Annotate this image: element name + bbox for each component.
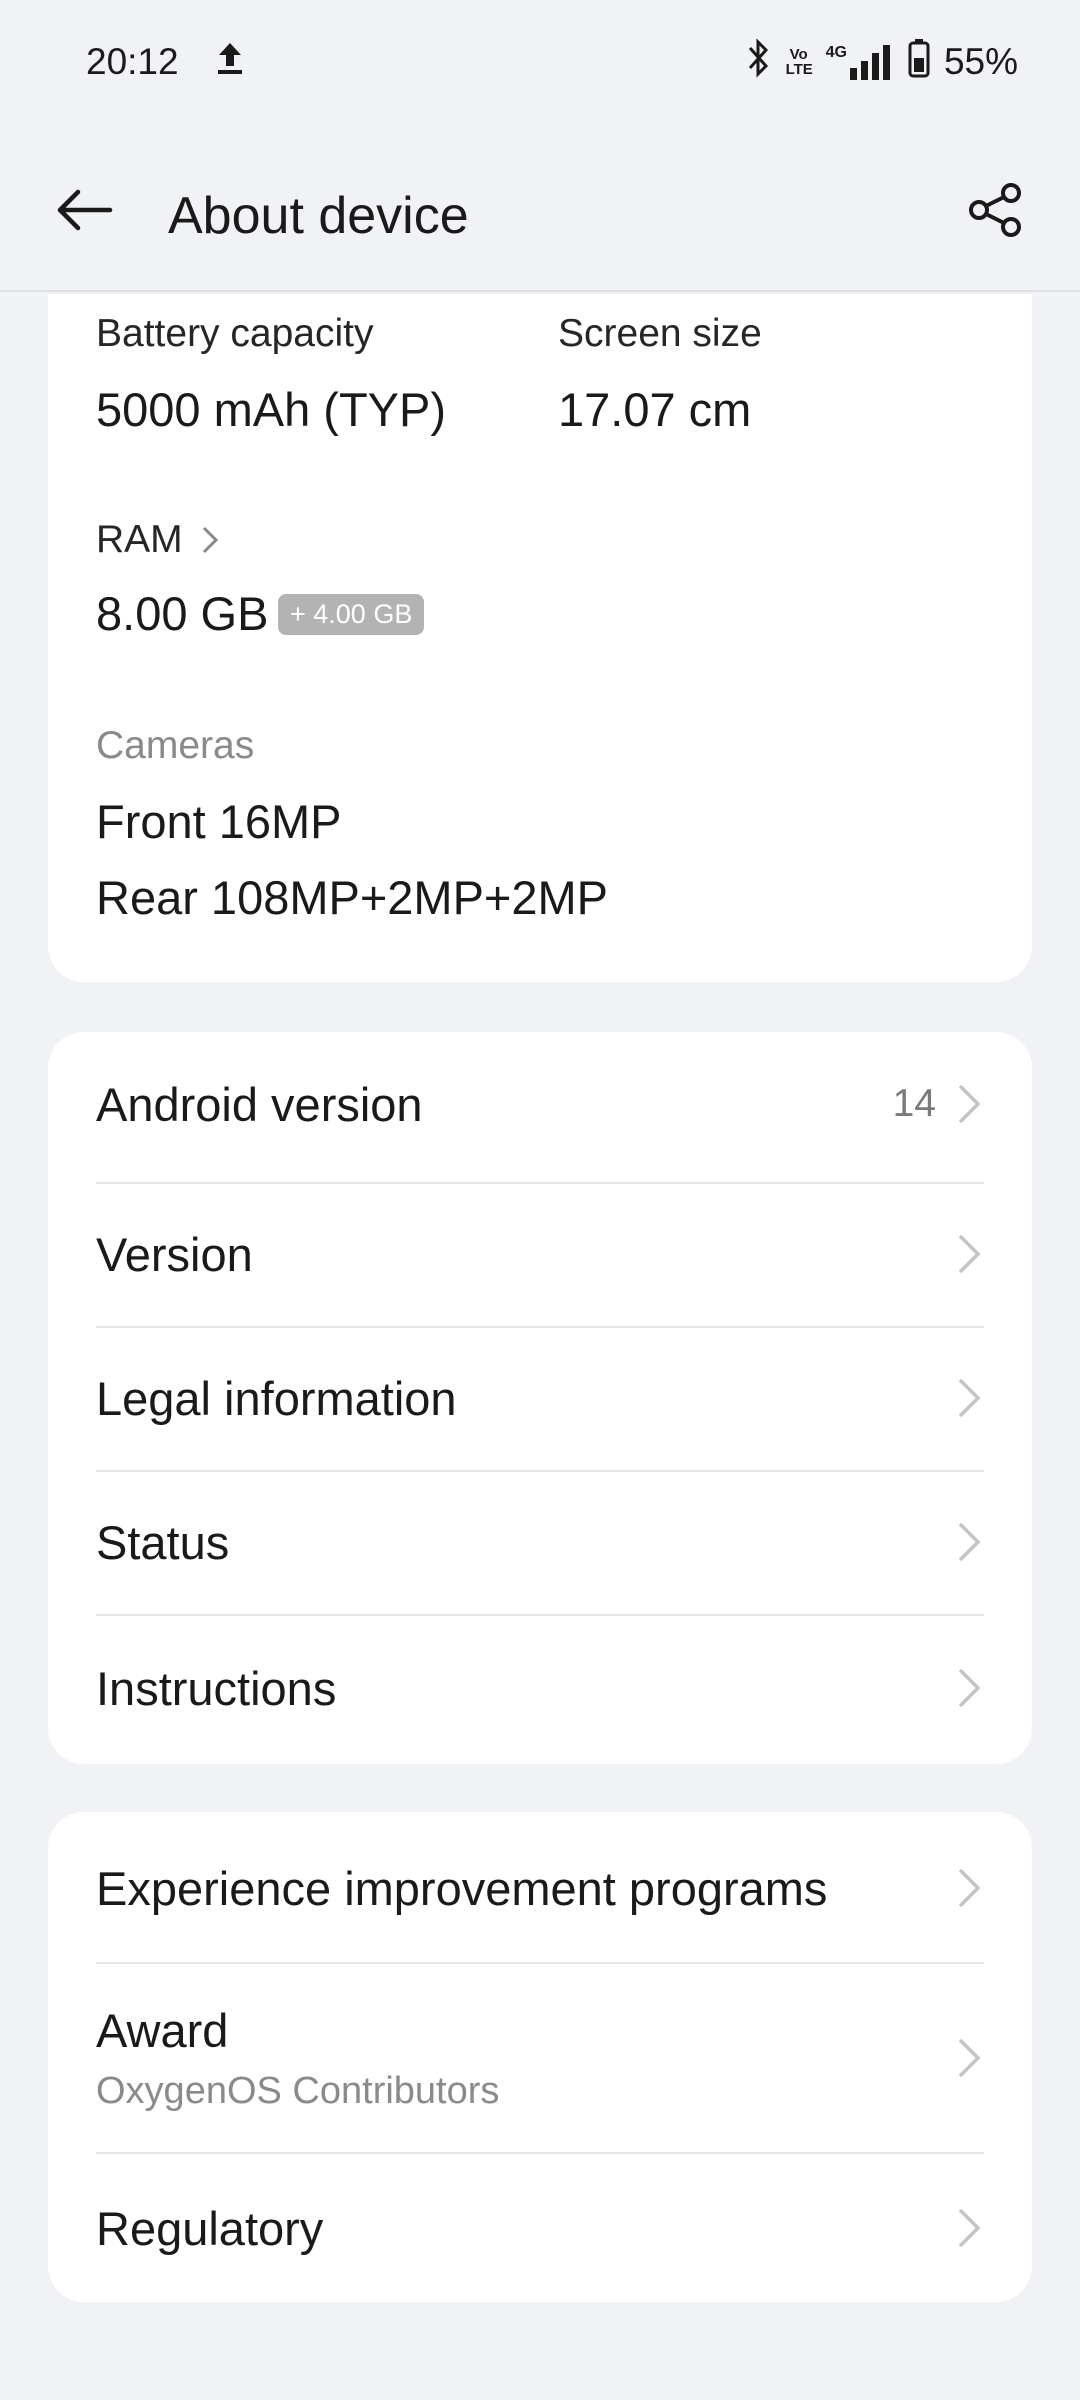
share-button[interactable]: [960, 174, 1032, 246]
device-specs-card: Battery capacity 5000 mAh (TYP) Screen s…: [48, 294, 1032, 982]
battery-percent: 55%: [943, 41, 1018, 82]
battery-capacity-value: 5000 mAh (TYP): [96, 383, 447, 436]
back-button[interactable]: [48, 174, 120, 246]
ram-label: RAM: [96, 518, 183, 561]
legal-information-item[interactable]: Legal information: [96, 1328, 984, 1468]
experience-improvement-item[interactable]: Experience improvement programs: [96, 1812, 984, 1964]
chevron-right-icon: [958, 1522, 981, 1562]
upload-icon: [215, 40, 245, 85]
chevron-right-icon: [958, 1084, 981, 1124]
screen-size-value: 17.07 cm: [558, 383, 752, 436]
app-bar: About device: [0, 124, 1080, 292]
award-label: Award: [96, 2004, 229, 2057]
ram-expansion-badge: + 4.00 GB: [278, 594, 425, 635]
chevron-right-icon: [958, 1868, 981, 1908]
more-info-card: Experience improvement programs Award Ox…: [48, 1812, 1032, 2302]
experience-improvement-label: Experience improvement programs: [96, 1861, 828, 1915]
page-title: About device: [168, 187, 469, 245]
ram-link[interactable]: RAM: [96, 518, 219, 562]
back-arrow-icon: [57, 189, 113, 231]
legal-information-label: Legal information: [96, 1371, 457, 1425]
instructions-item[interactable]: Instructions: [96, 1616, 984, 1760]
cameras-label: Cameras: [96, 724, 255, 767]
status-label: Status: [96, 1515, 230, 1569]
chevron-right-icon: [958, 2208, 981, 2248]
volte-icon: Vo LTE: [785, 46, 813, 78]
front-camera-value: Front 16MP: [96, 795, 342, 848]
version-item[interactable]: Version: [96, 1184, 984, 1324]
android-version-value: 14: [892, 1082, 936, 1125]
instructions-label: Instructions: [96, 1661, 337, 1715]
status-item[interactable]: Status: [96, 1472, 984, 1612]
ram-value: 8.00 GB: [96, 587, 269, 640]
version-label: Version: [96, 1227, 253, 1281]
award-sublabel: OxygenOS Contributors: [96, 2070, 500, 2112]
battery-icon: [908, 38, 930, 87]
bluetooth-icon: [746, 37, 772, 87]
chevron-right-icon: [958, 1378, 981, 1418]
signal-icon: 4G: [826, 44, 894, 80]
rear-camera-value: Rear 108MP+2MP+2MP: [96, 871, 609, 924]
android-version-label: Android version: [96, 1077, 423, 1131]
regulatory-item[interactable]: Regulatory: [96, 2154, 984, 2302]
android-version-item[interactable]: Android version 14: [96, 1032, 984, 1176]
battery-capacity-label: Battery capacity: [96, 312, 374, 355]
share-icon: [969, 183, 1021, 237]
chevron-right-icon: [958, 1668, 981, 1708]
chevron-right-icon: [202, 526, 218, 554]
screen-size-label: Screen size: [558, 312, 762, 355]
status-time: 20:12: [86, 41, 179, 82]
award-item[interactable]: Award OxygenOS Contributors: [96, 1964, 984, 2152]
status-bar: 20:12 Vo LTE 4G 55%: [0, 0, 1080, 124]
system-info-card: Android version 14 Version Legal informa…: [48, 1032, 1032, 1764]
chevron-right-icon: [958, 2038, 981, 2078]
chevron-right-icon: [958, 1234, 981, 1274]
regulatory-label: Regulatory: [96, 2201, 324, 2255]
